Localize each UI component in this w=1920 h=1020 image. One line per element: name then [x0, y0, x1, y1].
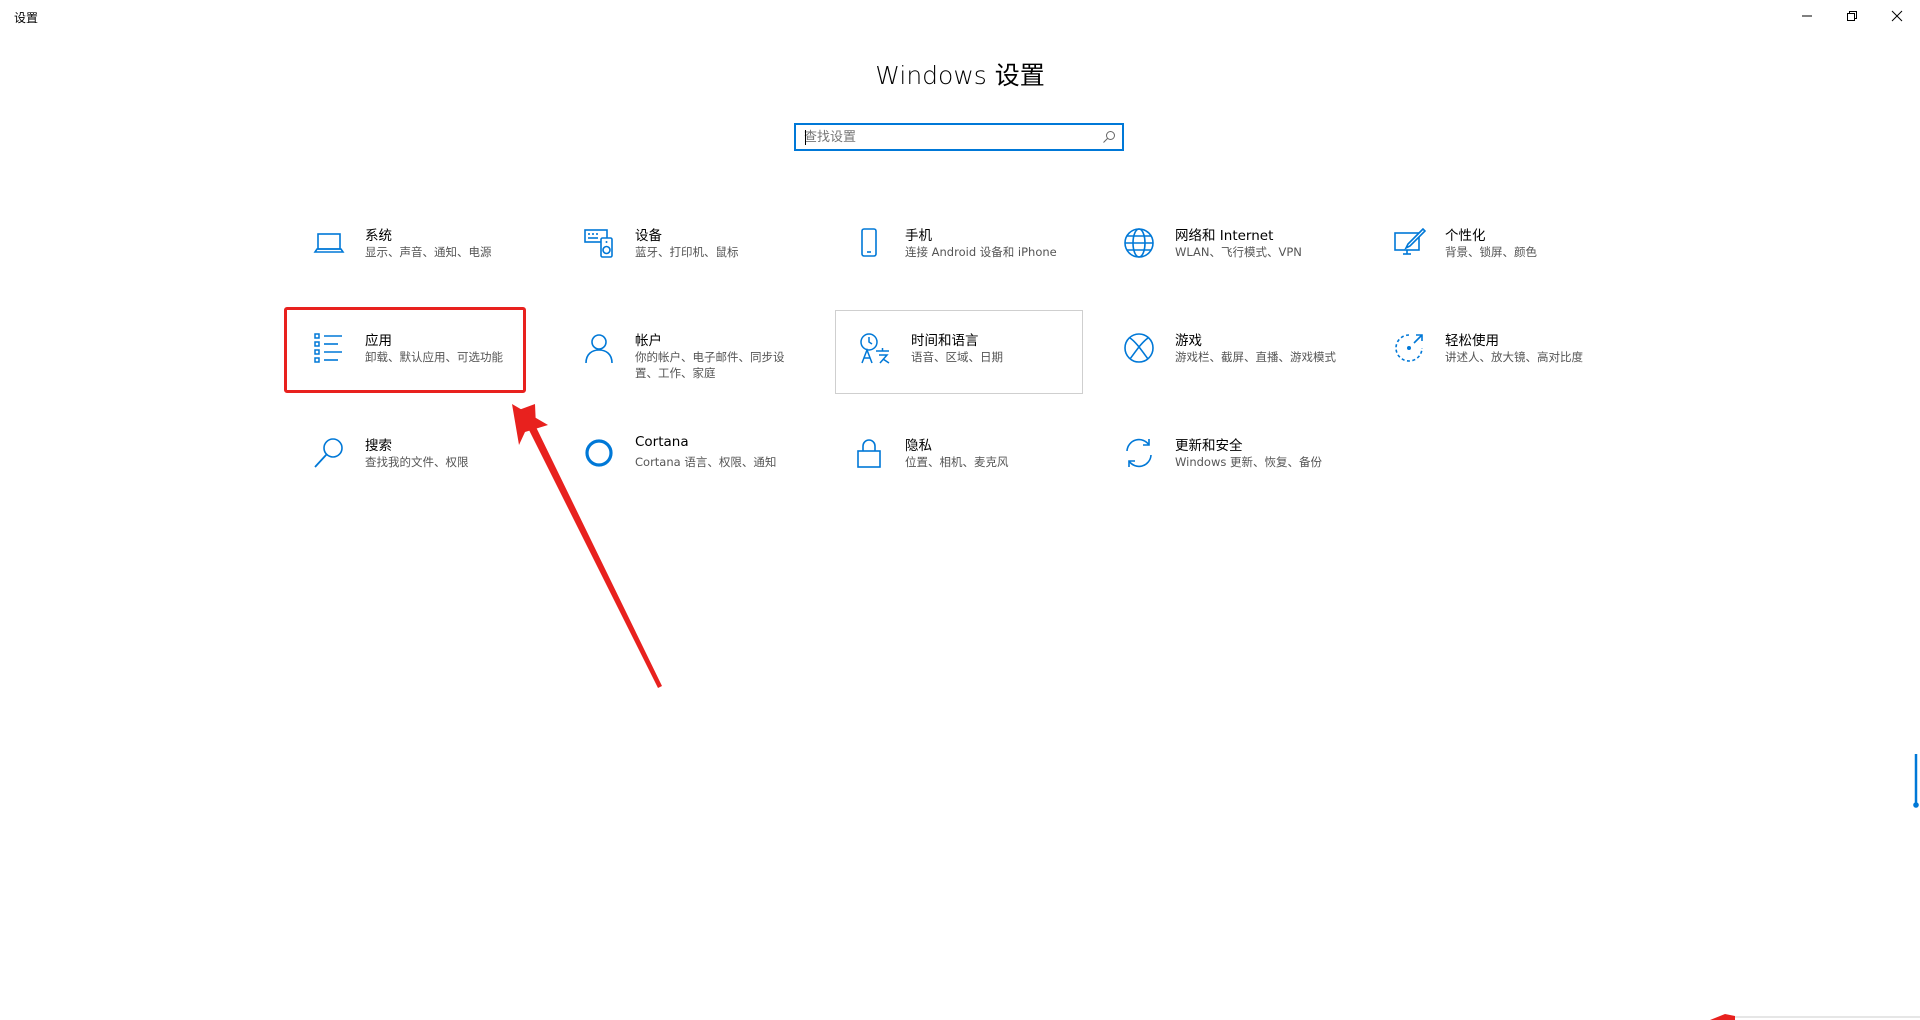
search-box[interactable] — [794, 123, 1124, 151]
search-icon — [314, 438, 343, 468]
laptop-icon — [313, 233, 345, 253]
minimize-button[interactable] — [1784, 0, 1830, 32]
keyboard-speaker-icon — [584, 229, 613, 258]
tile-description: 显示、声音、通知、电源 — [365, 245, 492, 259]
tile-description: 语音、区域、日期 — [911, 350, 1003, 364]
tile-name: 轻松使用 — [1445, 333, 1499, 349]
tile-system[interactable]: 系统 显示、声音、通知、电源 — [290, 206, 538, 290]
tile-name: 个性化 — [1445, 228, 1486, 244]
tile-name: 系统 — [365, 228, 392, 244]
time-language-icon — [860, 333, 890, 364]
tile-update-security[interactable]: 更新和安全 Windows 更新、恢复、备份 — [1100, 416, 1348, 500]
tile-accounts[interactable]: 帐户 你的帐户、电子邮件、同步设置、工作、家庭 — [560, 311, 808, 395]
scrollbar-thumb[interactable] — [1913, 752, 1919, 810]
person-icon — [585, 334, 613, 364]
tile-cortana[interactable]: Cortana Cortana 语言、权限、通知 — [560, 416, 808, 500]
text-caret — [805, 130, 806, 145]
tile-phone[interactable]: 手机 连接 Android 设备和 iPhone — [830, 206, 1078, 290]
restore-icon — [1847, 11, 1857, 21]
page-title: Windows 设置 — [875, 61, 1045, 90]
close-icon — [1891, 10, 1903, 22]
tile-privacy[interactable]: 隐私 位置、相机、麦克风 — [830, 416, 1078, 500]
phone-icon — [861, 228, 877, 257]
ease-of-access-icon — [1395, 334, 1423, 362]
tile-name: 手机 — [905, 228, 932, 244]
tile-name: Cortana — [635, 434, 689, 450]
settings-window: 设置 Windows 设置 系统 — [0, 0, 1920, 1020]
tile-devices[interactable]: 设备 蓝牙、打印机、鼠标 — [560, 206, 808, 290]
tile-name: 帐户 — [635, 333, 662, 349]
tile-name: 搜索 — [365, 438, 392, 454]
tile-description: 你的帐户、电子邮件、同步设置、工作、家庭 — [635, 350, 785, 380]
tile-name: 游戏 — [1175, 333, 1202, 349]
title-bar: 设置 — [0, 0, 1920, 32]
tile-description: Cortana 语言、权限、通知 — [635, 455, 777, 469]
tile-search[interactable]: 搜索 查找我的文件、权限 — [290, 416, 538, 500]
tile-name: 时间和语言 — [911, 333, 979, 349]
tile-name: 设备 — [635, 228, 662, 244]
app-title: 设置 — [14, 11, 39, 25]
tile-network[interactable]: 网络和 Internet WLAN、飞行模式、VPN — [1100, 206, 1348, 290]
tile-description: 查找我的文件、权限 — [365, 455, 469, 469]
minimize-icon — [1802, 15, 1812, 17]
tile-description: 位置、相机、麦克风 — [905, 455, 1009, 469]
paint-icon — [1394, 227, 1426, 255]
cortana-icon — [585, 439, 613, 467]
tile-description: 背景、锁屏、颜色 — [1445, 245, 1537, 259]
tile-name: 网络和 Internet — [1175, 228, 1274, 244]
close-button[interactable] — [1874, 0, 1920, 32]
tile-personalization[interactable]: 个性化 背景、锁屏、颜色 — [1370, 206, 1618, 290]
tile-description: 蓝牙、打印机、鼠标 — [635, 245, 739, 259]
tile-name: 隐私 — [905, 438, 932, 454]
tile-name: 更新和安全 — [1175, 438, 1243, 454]
search-input[interactable] — [804, 127, 1084, 147]
annotation-arrow — [512, 404, 1920, 1020]
restore-button[interactable] — [1829, 0, 1875, 32]
annotation-arrow-corner — [1710, 1014, 1735, 1020]
tile-description: WLAN、飞行模式、VPN — [1175, 245, 1302, 259]
globe-icon — [1124, 228, 1154, 258]
update-icon — [1126, 438, 1152, 468]
search-icon[interactable] — [1102, 130, 1116, 144]
tile-description: 讲述人、放大镜、高对比度 — [1445, 350, 1583, 364]
tile-description: 游戏栏、截屏、直播、游戏模式 — [1175, 350, 1336, 364]
tile-gaming[interactable]: 游戏 游戏栏、截屏、直播、游戏模式 — [1100, 311, 1348, 395]
tile-ease-of-access[interactable]: 轻松使用 讲述人、放大镜、高对比度 — [1370, 311, 1618, 395]
tile-time-language[interactable]: 时间和语言 语音、区域、日期 — [835, 310, 1083, 394]
tile-description: 连接 Android 设备和 iPhone — [905, 245, 1057, 259]
annotation-highlight-box — [284, 307, 526, 393]
lock-icon — [857, 439, 881, 468]
tile-description: Windows 更新、恢复、备份 — [1175, 455, 1322, 469]
xbox-icon — [1124, 333, 1154, 363]
